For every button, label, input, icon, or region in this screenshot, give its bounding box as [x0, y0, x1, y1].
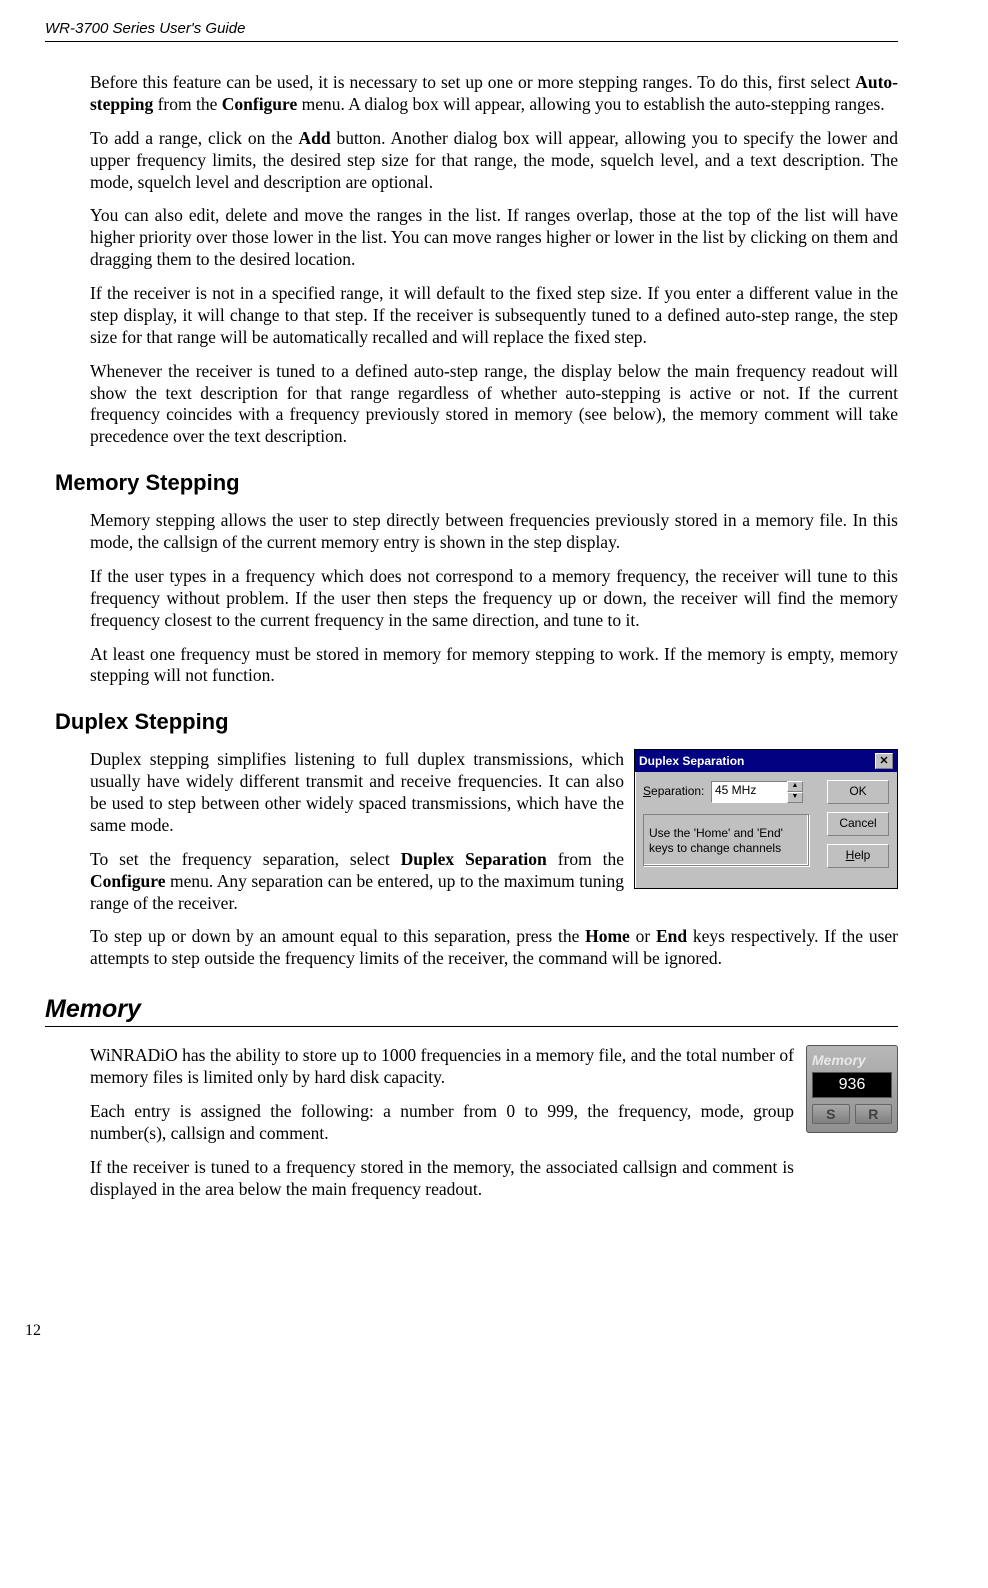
memory-display: 936 [812, 1072, 892, 1098]
paragraph: Before this feature can be used, it is n… [90, 72, 898, 116]
paragraph: At least one frequency must be stored in… [90, 644, 898, 688]
duplex-separation-dialog: Duplex Separation ✕ Separation: 45 MHz ▲… [634, 749, 898, 889]
page-header: WR-3700 Series User's Guide [45, 20, 898, 42]
paragraph: Duplex stepping simplifies listening to … [90, 749, 624, 837]
cancel-button[interactable]: Cancel [827, 812, 889, 836]
paragraph: Whenever the receiver is tuned to a defi… [90, 361, 898, 449]
help-button[interactable]: Help [827, 844, 889, 868]
memory-s-button[interactable]: S [812, 1104, 850, 1124]
dialog-title: Duplex Separation [639, 754, 744, 768]
heading-memory-stepping: Memory Stepping [55, 470, 898, 496]
paragraph: WiNRADiO has the ability to store up to … [90, 1045, 794, 1089]
separation-label: Separation: [643, 784, 704, 798]
paragraph: Each entry is assigned the following: a … [90, 1101, 794, 1145]
memory-r-button[interactable]: R [855, 1104, 893, 1124]
paragraph: If the receiver is not in a specified ra… [90, 283, 898, 349]
close-icon[interactable]: ✕ [875, 753, 893, 769]
ok-button[interactable]: OK [827, 780, 889, 804]
paragraph: To set the frequency separation, select … [90, 849, 624, 915]
separation-input[interactable]: 45 MHz [711, 781, 791, 803]
spinner-icon[interactable]: ▲▼ [787, 781, 803, 803]
dialog-titlebar: Duplex Separation ✕ [635, 750, 897, 772]
paragraph: If the receiver is tuned to a frequency … [90, 1157, 794, 1201]
paragraph: You can also edit, delete and move the r… [90, 205, 898, 271]
heading-memory: Memory [45, 995, 898, 1027]
page-number: 12 [25, 1322, 898, 1340]
paragraph: To add a range, click on the Add button.… [90, 128, 898, 194]
paragraph: To step up or down by an amount equal to… [90, 926, 898, 970]
heading-duplex-stepping: Duplex Stepping [55, 709, 898, 735]
memory-panel-title: Memory [812, 1052, 892, 1068]
paragraph: Memory stepping allows the user to step … [90, 510, 898, 554]
paragraph: If the user types in a frequency which d… [90, 566, 898, 632]
memory-panel: Memory 936 S R [806, 1045, 898, 1133]
hint-text: Use the 'Home' and 'End' keys to change … [649, 826, 803, 856]
